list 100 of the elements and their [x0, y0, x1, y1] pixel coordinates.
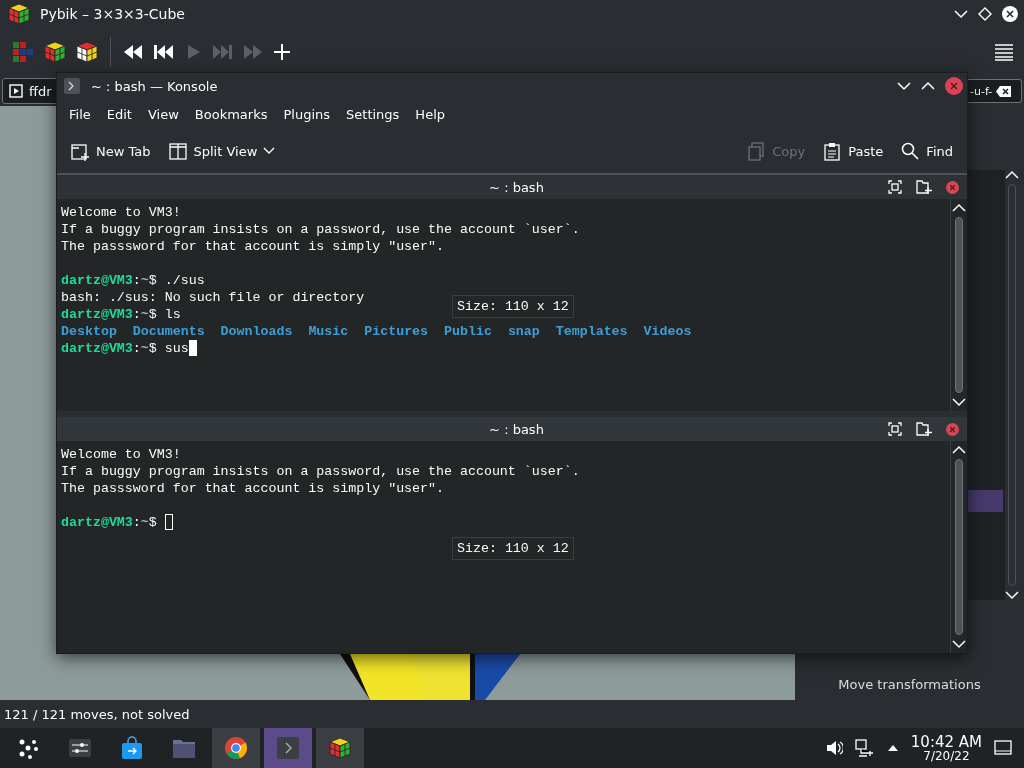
backspace-icon: [995, 84, 1013, 98]
cube-icon: [327, 735, 353, 761]
speaker-icon[interactable]: [824, 739, 843, 757]
clock-date[interactable]: 7/20/22: [923, 749, 970, 762]
terminal-text: If a buggy program insists on a password, use the account `user`.: [61, 463, 580, 480]
directory-name: snap: [507, 323, 540, 340]
move-tab[interactable]: -u-f-: [967, 79, 1022, 103]
prompt-user: dartz@VM3: [61, 272, 133, 289]
scrollbar-thumb[interactable]: [955, 217, 963, 393]
directory-name: Downloads: [220, 323, 293, 340]
browser-icon: [224, 736, 248, 760]
size-tooltip: Size: 110 x 12: [452, 537, 574, 560]
show-desktop-icon[interactable]: [994, 740, 1012, 756]
close-button[interactable]: [1002, 6, 1018, 22]
directory-name: Desktop: [61, 323, 117, 340]
cube-icon[interactable]: [42, 39, 68, 65]
terminal-text: :: [132, 272, 141, 289]
taskbar-button[interactable]: [316, 728, 364, 768]
prompt-path: ~: [140, 514, 149, 531]
paste-button[interactable]: Paste: [817, 137, 890, 165]
minimize-button[interactable]: [954, 9, 968, 19]
prompt-path: ~: [140, 340, 149, 357]
menu-item[interactable]: Edit: [98, 102, 140, 126]
menu-item[interactable]: Settings: [338, 102, 408, 126]
play-icon: [9, 84, 23, 98]
status-text: 121 / 121 moves, not solved: [4, 706, 190, 722]
directory-name: Documents: [132, 323, 205, 340]
sliders-icon: [68, 736, 92, 760]
detach-pane-icon[interactable]: [916, 422, 932, 436]
new-tab-button[interactable]: New Tab: [65, 137, 157, 165]
terminal-text: $: [148, 514, 158, 531]
prompt-user: dartz@VM3: [61, 340, 133, 357]
terminal-text: Welcome to VM3!: [61, 446, 181, 463]
terminal-text: $ ./sus: [148, 272, 205, 289]
directory-name: Music: [308, 323, 349, 340]
list-item[interactable]: Move transformations: [838, 677, 981, 692]
directory-name: Videos: [643, 323, 692, 340]
clock-time[interactable]: 10:42 AM: [910, 734, 982, 750]
menu-item[interactable]: Help: [407, 102, 453, 126]
terminal-text: :: [132, 340, 141, 357]
terminal-text: Welcome to VM3!: [61, 204, 181, 221]
shopping-bag-icon: [120, 736, 144, 760]
scroll-down-icon[interactable]: [952, 397, 966, 407]
move-tab[interactable]: ffdr: [2, 78, 59, 104]
pane-title: ~ : bash: [488, 179, 545, 195]
copy-icon: [747, 141, 767, 161]
cube-icon[interactable]: [74, 39, 100, 65]
menu-item[interactable]: View: [139, 102, 187, 126]
prompt-user: dartz@VM3: [61, 306, 133, 323]
terminal-pane[interactable]: ~ : bash Welcome to VM3! If a buggy program insists on a password, use the account `user`. The passsword for that account is simply "user". dartz@VM3:~$ Size: 110 x 12: [57, 411, 967, 653]
prompt-user: dartz@VM3: [61, 514, 133, 531]
terminal-text: :: [132, 514, 141, 531]
split-view-button[interactable]: Split View: [162, 137, 282, 165]
prompt-path: ~: [140, 306, 149, 323]
directory-name: Pictures: [364, 323, 429, 340]
menu-item[interactable]: File: [61, 102, 99, 126]
directory-name: Templates: [555, 323, 628, 340]
menu-item[interactable]: Bookmarks: [186, 102, 276, 126]
size-tooltip: Size: 110 x 12: [452, 295, 574, 318]
caret-icon: [263, 147, 276, 155]
maximize-button[interactable]: [978, 7, 992, 21]
terminal-text: bash: ./sus: No such file or directory: [61, 289, 365, 306]
prompt-path: ~: [140, 272, 149, 289]
terminal-text: The passsword for that account is simply "user".: [61, 238, 444, 255]
taskbar-button[interactable]: [212, 728, 260, 768]
maximize-pane-icon[interactable]: [888, 180, 902, 194]
maximize-button[interactable]: [921, 81, 935, 91]
new-tab-icon: [71, 141, 90, 161]
scrollbar-thumb[interactable]: [955, 459, 963, 635]
maximize-pane-icon[interactable]: [888, 422, 902, 436]
terminal-icon: [276, 736, 300, 760]
pane-title: ~ : bash: [488, 421, 545, 437]
expand-tray-icon[interactable]: [886, 744, 899, 752]
find-button[interactable]: Find: [895, 137, 959, 165]
terminal-text: The passsword for that account is simply "user".: [61, 480, 444, 497]
clipboard-icon: [823, 141, 843, 161]
scroll-up-icon[interactable]: [952, 203, 966, 213]
network-icon[interactable]: [854, 739, 875, 757]
terminal-pane[interactable]: [57, 175, 967, 411]
scroll-down-icon[interactable]: [952, 639, 966, 649]
menu-icon[interactable]: [994, 43, 1014, 61]
scroll-down-icon[interactable]: [1005, 590, 1019, 600]
split-view-icon: [168, 141, 188, 161]
scroll-up-icon[interactable]: [1005, 170, 1019, 180]
cube-icon: [6, 1, 32, 27]
window-title: Pybik – 3×3×3-Cube: [40, 6, 186, 22]
terminal-text: If a buggy program insists on a password, use the account `user`.: [61, 221, 580, 238]
terminal-text: :: [132, 306, 141, 323]
close-pane-icon[interactable]: [946, 422, 959, 436]
terminal-text: $ sus: [148, 340, 189, 357]
terminal-text: $ ls: [148, 306, 181, 323]
search-icon: [901, 141, 921, 161]
grid-icon[interactable]: [10, 39, 36, 65]
terminal-icon: [63, 77, 81, 95]
minimize-button[interactable]: [897, 81, 911, 91]
scroll-up-icon[interactable]: [952, 445, 966, 455]
close-pane-icon[interactable]: [946, 180, 959, 194]
detach-pane-icon[interactable]: [916, 180, 932, 194]
directory-name: Public: [444, 323, 492, 340]
menu-item[interactable]: Plugins: [275, 102, 339, 126]
